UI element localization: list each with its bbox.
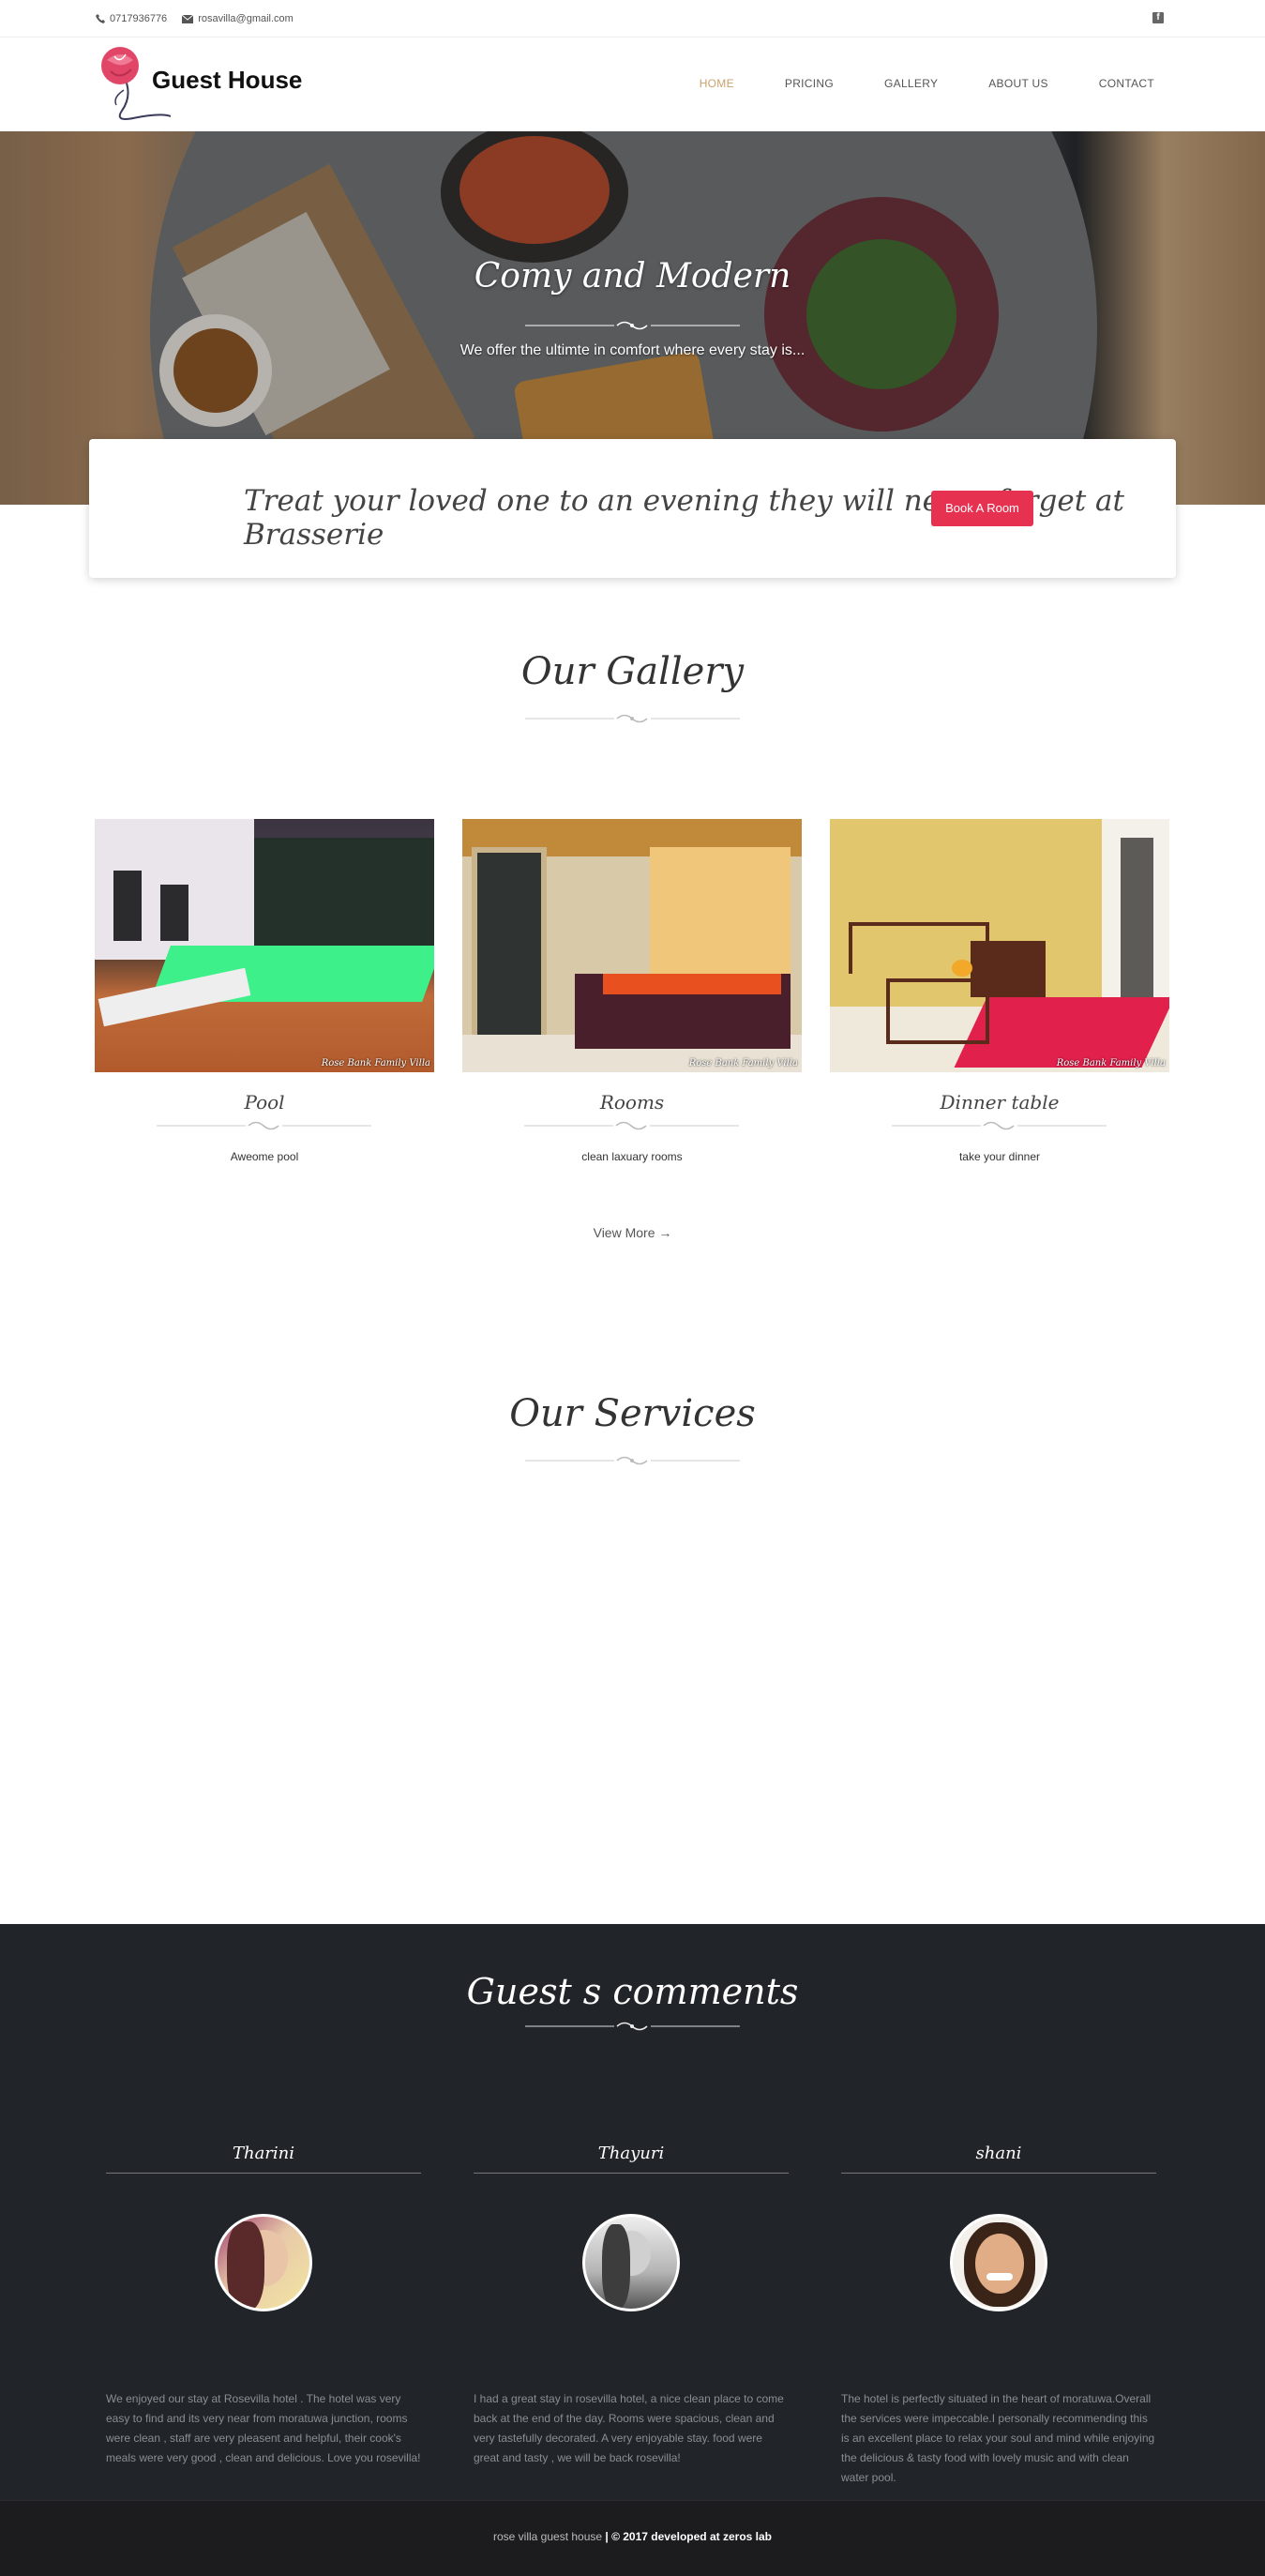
rooms-image[interactable]: Rose Bank Family Villa — [462, 819, 802, 1072]
gallery-item-name: Rooms — [599, 1091, 665, 1114]
commenter-name: Tharini — [106, 2144, 421, 2174]
phone-icon — [96, 14, 105, 23]
ornament-divider-icon — [525, 2022, 740, 2031]
dinner-table-image[interactable]: Rose Bank Family Villa — [830, 819, 1169, 1072]
gallery-item-name: Pool — [244, 1091, 285, 1114]
email-address: rosavilla@gmail.com — [198, 13, 294, 24]
gallery-item-dinner-table[interactable]: Rose Bank Family Villa Dinner table take… — [830, 819, 1169, 1163]
ornament-divider-icon — [525, 321, 740, 330]
guest-comments-section: Guest s comments Tharini We enjoyed our … — [0, 1924, 1265, 2500]
pool-image[interactable]: Rose Bank Family Villa — [95, 819, 434, 1072]
phone-number: 0717936776 — [110, 13, 168, 24]
comment-text: The hotel is perfectly situated in the h… — [841, 2392, 1155, 2484]
commenter-name: shani — [841, 2144, 1156, 2174]
ornament-divider-icon — [524, 1121, 739, 1130]
comment-card: Tharini We enjoyed our stay at Rosevilla… — [106, 2144, 421, 2464]
avatar — [950, 2214, 1047, 2311]
book-room-button[interactable]: Book A Room — [931, 491, 1033, 526]
phone-item: 0717936776 — [96, 13, 167, 24]
ornament-divider-icon — [525, 714, 740, 723]
gallery-item-rooms[interactable]: Rose Bank Family Villa Rooms clean laxua… — [462, 819, 802, 1163]
comment-card: shani The hotel is perfectly situated in… — [841, 2144, 1156, 2484]
ornament-divider-icon — [157, 1121, 371, 1130]
avatar — [215, 2214, 312, 2311]
footer-site-name: rose villa guest house — [492, 2530, 606, 2543]
footer-copyright: | © 2017 developed at zeros lab — [605, 2530, 772, 2543]
watermark-text: Rose Bank Family Villa — [321, 1058, 430, 1068]
promo-card: Treat your loved one to an evening they … — [89, 439, 1176, 578]
comments-title: Guest s comments — [466, 1971, 799, 2012]
nav-about-us[interactable]: ABOUT US — [988, 77, 1048, 90]
ornament-divider-icon — [525, 1456, 740, 1465]
envelope-icon — [182, 14, 194, 23]
commenter-name: Thayuri — [474, 2144, 789, 2174]
contact-info: 0717936776 rosavilla@gmail.com — [96, 13, 294, 24]
gallery-item-description: take your dinner — [958, 1150, 1041, 1163]
services-title: Our Services — [509, 1392, 756, 1435]
hero-subtitle: We offer the ultimte in comfort where ev… — [459, 342, 806, 358]
watermark-text: Rose Bank Family Villa — [1056, 1058, 1166, 1068]
gallery-item-description: Aweome pool — [230, 1150, 299, 1163]
avatar — [582, 2214, 680, 2311]
footer: rose villa guest house | © 2017 develope… — [0, 2500, 1265, 2576]
logo[interactable]: Guest House — [96, 43, 321, 124]
comment-card: Thayuri I had a great stay in rosevilla … — [474, 2144, 789, 2464]
nav-pricing[interactable]: PRICING — [785, 77, 834, 90]
brand-name: Guest House — [152, 66, 303, 94]
main-nav: HOME PRICING GALLERY ABOUT US CONTACT — [700, 77, 1154, 90]
ornament-divider-icon — [892, 1121, 1107, 1130]
view-more-link[interactable]: View More → — [0, 1225, 1265, 1240]
gallery-item-name: Dinner table — [940, 1091, 1060, 1114]
comment-text: We enjoyed our stay at Rosevilla hotel .… — [106, 2392, 421, 2464]
comment-text: I had a great stay in rosevilla hotel, a… — [474, 2392, 784, 2464]
hero-title: Comy and Modern — [474, 257, 791, 295]
gallery-item-pool[interactable]: Rose Bank Family Villa Pool Aweome pool — [95, 819, 434, 1163]
nav-contact[interactable]: CONTACT — [1099, 77, 1154, 90]
gallery-item-description: clean laxuary rooms — [581, 1150, 683, 1163]
nav-gallery[interactable]: GALLERY — [884, 77, 938, 90]
header: Guest House HOME PRICING GALLERY ABOUT U… — [0, 38, 1265, 131]
watermark-text: Rose Bank Family Villa — [688, 1058, 798, 1068]
facebook-icon[interactable]: f — [1152, 12, 1164, 23]
nav-home[interactable]: HOME — [700, 77, 734, 90]
email-item: rosavilla@gmail.com — [182, 13, 294, 24]
promo-text: Treat your loved one to an evening they … — [244, 484, 1124, 552]
footer-text: rose villa guest house | © 2017 develope… — [0, 2530, 1265, 2543]
gallery-title: Our Gallery — [520, 650, 745, 693]
top-bar: 0717936776 rosavilla@gmail.com f — [0, 0, 1265, 38]
